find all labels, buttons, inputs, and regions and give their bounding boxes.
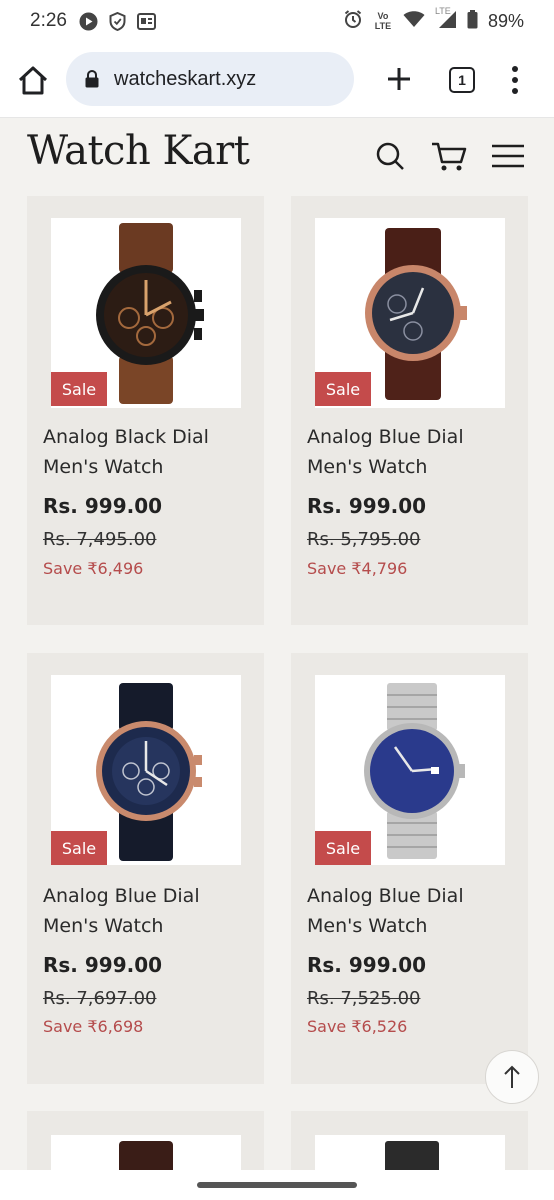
status-time: 2:26 (30, 10, 67, 31)
product-title[interactable]: Analog Black Dial Men's Watch (43, 422, 253, 482)
product-title[interactable]: Analog Blue Dial Men's Watch (307, 422, 517, 482)
cart-button[interactable] (430, 138, 467, 174)
save-amount: Save ₹6,526 (307, 1017, 408, 1036)
alarm-icon (343, 9, 363, 33)
save-amount: Save ₹6,496 (43, 559, 144, 578)
volte-icon: Vo LTE (374, 11, 392, 31)
tab-switcher-button[interactable]: 1 (449, 67, 475, 93)
title-line-2: Men's Watch (43, 456, 164, 478)
title-line-1: Analog Blue Dial (307, 426, 464, 448)
browser-toolbar: watcheskart.xyz 1 (0, 42, 554, 118)
product-card[interactable]: Sale Analog Blue Dial Men's Watch Rs. 99… (27, 653, 264, 1084)
more-vert-icon (512, 66, 518, 94)
save-amount: Save ₹6,698 (43, 1017, 144, 1036)
status-right: Vo LTE LTE 89% (343, 0, 524, 42)
original-price: Rs. 7,697.00 (43, 988, 157, 1009)
product-price: Rs. 999.00 (43, 494, 163, 518)
gesture-navigation-bar (0, 1170, 554, 1200)
home-gesture-pill[interactable] (197, 1182, 357, 1188)
battery-icon (467, 9, 478, 33)
sale-badge: Sale (51, 372, 107, 406)
site-logo[interactable]: Watch Kart (27, 128, 250, 174)
menu-button[interactable] (490, 138, 526, 174)
url-text: watcheskart.xyz (114, 67, 257, 90)
home-button[interactable] (16, 64, 50, 98)
hamburger-icon (492, 144, 524, 168)
new-tab-button[interactable] (384, 64, 414, 94)
wifi-icon (403, 10, 425, 32)
play-icon (79, 12, 98, 31)
save-amount: Save ₹4,796 (307, 559, 408, 578)
product-price: Rs. 999.00 (307, 494, 427, 518)
product-card[interactable]: Sale Analog Blue Dial Men's Watch Rs. 99… (291, 196, 528, 625)
search-icon (376, 142, 404, 170)
news-icon (136, 12, 156, 31)
title-line-2: Men's Watch (307, 456, 428, 478)
status-bar: 2:26 Vo LTE LTE 89% (0, 0, 554, 42)
address-bar[interactable]: watcheskart.xyz (66, 52, 354, 106)
shield-icon (108, 11, 127, 31)
title-line-1: Analog Blue Dial (307, 885, 464, 907)
product-title[interactable]: Analog Blue Dial Men's Watch (43, 881, 253, 941)
browser-menu-button[interactable] (508, 64, 522, 96)
product-price: Rs. 999.00 (307, 953, 427, 977)
original-price: Rs. 7,525.00 (307, 988, 421, 1009)
sale-badge: Sale (315, 831, 371, 865)
product-card[interactable]: Sale Analog Black Dial Men's Watch Rs. 9… (27, 196, 264, 625)
network-label: LTE (434, 6, 451, 16)
title-line-2: Men's Watch (307, 915, 428, 937)
original-price: Rs. 5,795.00 (307, 529, 421, 550)
title-line-1: Analog Blue Dial (43, 885, 200, 907)
arrow-up-icon (504, 1065, 520, 1088)
site-header: Watch Kart (0, 118, 554, 194)
product-price: Rs. 999.00 (43, 953, 163, 977)
search-button[interactable] (372, 138, 408, 174)
signal-icon: LTE (434, 6, 457, 33)
plus-icon (388, 68, 410, 90)
title-line-2: Men's Watch (43, 915, 164, 937)
cart-icon (432, 142, 467, 171)
home-icon (18, 66, 48, 95)
product-title[interactable]: Analog Blue Dial Men's Watch (307, 881, 517, 941)
original-price: Rs. 7,495.00 (43, 529, 157, 550)
sale-badge: Sale (315, 372, 371, 406)
product-card[interactable]: Sale Analog Blue Dial Men's Watch Rs. 99… (291, 653, 528, 1084)
scroll-to-top-button[interactable] (485, 1050, 539, 1104)
title-line-1: Analog Black Dial (43, 426, 209, 448)
sale-badge: Sale (51, 831, 107, 865)
battery-percent: 89% (487, 10, 524, 31)
lock-icon (84, 69, 100, 88)
